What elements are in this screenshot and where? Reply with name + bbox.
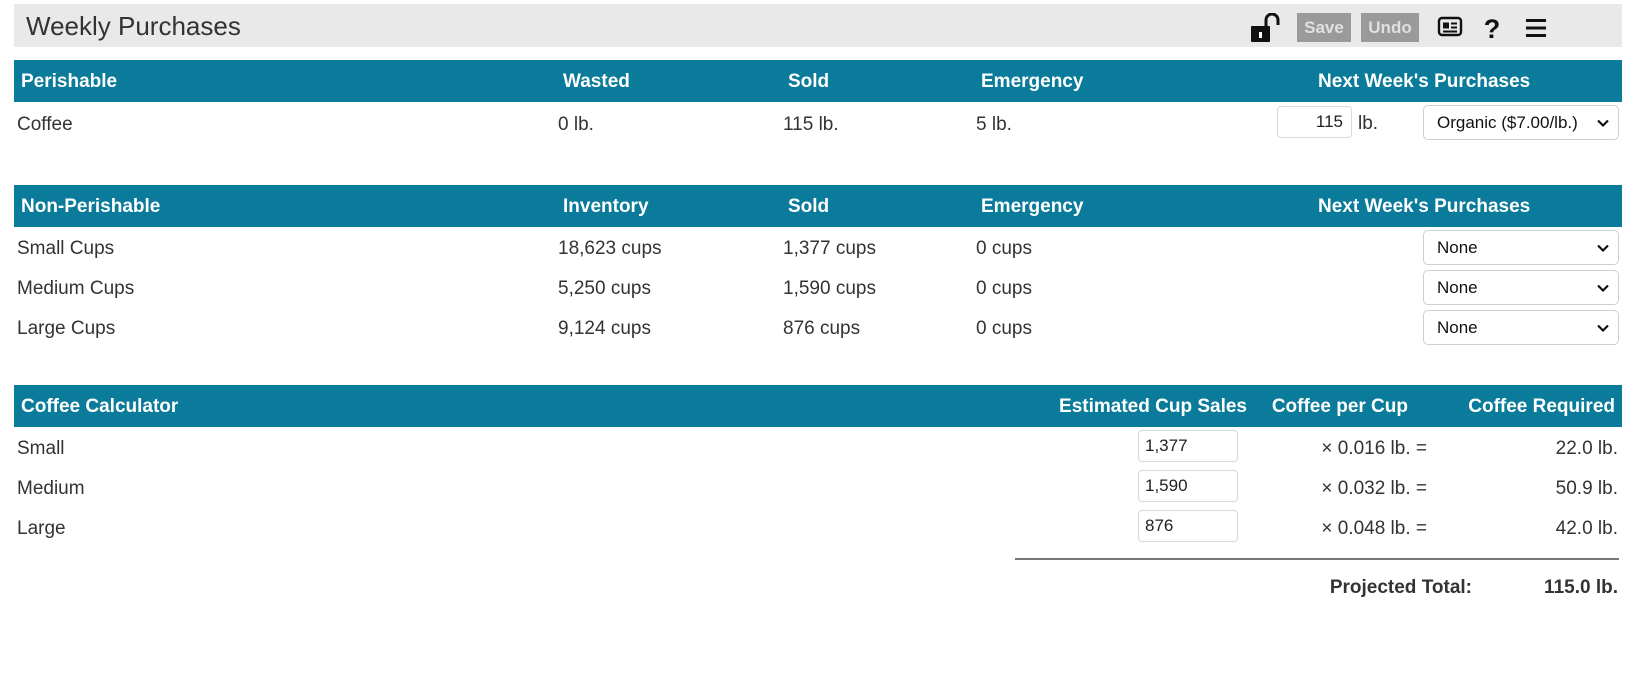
- select-value: None: [1437, 278, 1478, 297]
- chevron-down-icon: [1597, 284, 1609, 293]
- col-estimated-sales: Estimated Cup Sales: [1059, 396, 1247, 417]
- emergency-value: 0 cups: [976, 278, 1032, 299]
- total-divider: [1015, 558, 1619, 560]
- qty-unit: lb.: [1358, 113, 1379, 134]
- col-sold: Sold: [788, 196, 830, 217]
- large-sales-input[interactable]: [1138, 510, 1238, 542]
- projected-total-value: 115.0 lb.: [1544, 577, 1618, 598]
- chevron-down-icon: [1597, 324, 1609, 333]
- col-perishable: Perishable: [21, 71, 118, 92]
- size-label: Small: [17, 438, 65, 459]
- large-cups-purchase-select[interactable]: None: [1423, 310, 1619, 345]
- inventory-value: 5,250 cups: [558, 278, 651, 299]
- projected-total-label: Projected Total:: [1329, 577, 1472, 598]
- report-icon[interactable]: [1437, 16, 1463, 38]
- inventory-value: 18,623 cups: [558, 238, 662, 259]
- col-emergency: Emergency: [981, 71, 1084, 92]
- undo-button[interactable]: Undo: [1361, 13, 1419, 42]
- title-bar: Weekly Purchases Save Undo ?: [14, 4, 1622, 47]
- select-value: Organic ($7.00/lb.): [1437, 113, 1578, 132]
- col-nonperishable: Non-Perishable: [21, 196, 161, 217]
- chevron-down-icon: [1597, 119, 1609, 128]
- sold-value: 1,590 cups: [783, 278, 876, 299]
- required-value: 22.0 lb.: [1555, 438, 1618, 459]
- page-title: Weekly Purchases: [26, 11, 241, 41]
- help-icon[interactable]: ?: [1482, 14, 1502, 42]
- sold-value: 1,377 cups: [783, 238, 876, 259]
- select-value: None: [1437, 238, 1478, 257]
- nonperishable-header: Non-Perishable Inventory Sold Emergency …: [14, 185, 1622, 227]
- col-next-purchases: Next Week's Purchases: [1318, 71, 1531, 92]
- col-wasted: Wasted: [563, 71, 630, 92]
- per-cup-value: × 0.016 lb. =: [1321, 438, 1427, 459]
- emergency-value: 0 cups: [976, 318, 1032, 339]
- col-inventory: Inventory: [563, 196, 649, 217]
- col-coffee-per-cup: Coffee per Cup: [1271, 396, 1408, 417]
- required-value: 50.9 lb.: [1555, 478, 1618, 499]
- emergency-value: 5 lb.: [976, 114, 1012, 135]
- col-next-purchases: Next Week's Purchases: [1318, 196, 1531, 217]
- per-cup-value: × 0.048 lb. =: [1321, 518, 1427, 539]
- coffee-type-select[interactable]: Organic ($7.00/lb.): [1423, 105, 1619, 140]
- menu-icon[interactable]: [1525, 18, 1547, 38]
- sold-value: 115 lb.: [783, 114, 839, 135]
- small-cups-purchase-select[interactable]: None: [1423, 230, 1619, 265]
- required-value: 42.0 lb.: [1555, 518, 1618, 539]
- item-name: Medium Cups: [17, 278, 135, 299]
- coffee-purchase-qty-input[interactable]: [1277, 106, 1352, 138]
- col-sold: Sold: [788, 71, 830, 92]
- item-name: Large Cups: [17, 318, 116, 339]
- size-label: Medium: [17, 478, 85, 499]
- medium-sales-input[interactable]: [1138, 470, 1238, 502]
- col-coffee-required: Coffee Required: [1468, 396, 1615, 417]
- inventory-value: 9,124 cups: [558, 318, 651, 339]
- size-label: Large: [17, 518, 66, 539]
- unlock-icon[interactable]: [1250, 13, 1282, 43]
- item-name: Coffee: [17, 114, 73, 135]
- calculator-header: Coffee Calculator Estimated Cup Sales Co…: [14, 385, 1622, 427]
- perishable-header: Perishable Wasted Sold Emergency Next We…: [14, 60, 1622, 102]
- select-value: None: [1437, 318, 1478, 337]
- per-cup-value: × 0.032 lb. =: [1321, 478, 1427, 499]
- medium-cups-purchase-select[interactable]: None: [1423, 270, 1619, 305]
- calculator-title: Coffee Calculator: [21, 396, 179, 417]
- wasted-value: 0 lb.: [558, 114, 594, 135]
- emergency-value: 0 cups: [976, 238, 1032, 259]
- item-name: Small Cups: [17, 238, 115, 259]
- sold-value: 876 cups: [783, 318, 861, 339]
- col-emergency: Emergency: [981, 196, 1084, 217]
- save-button[interactable]: Save: [1297, 13, 1351, 42]
- small-sales-input[interactable]: [1138, 430, 1238, 462]
- svg-text:?: ?: [1484, 14, 1501, 42]
- chevron-down-icon: [1597, 244, 1609, 253]
